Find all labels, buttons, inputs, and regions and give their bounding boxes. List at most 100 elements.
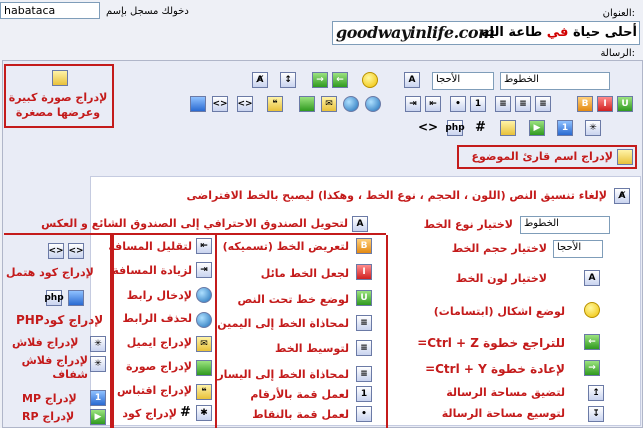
reader-name-label: لإدراج اسم قارئ الموضوع: [471, 150, 613, 163]
underline-icon[interactable]: U: [617, 96, 633, 112]
bullet-list-help-icon: •: [356, 406, 372, 422]
ordered-list-icon[interactable]: 1: [470, 96, 486, 112]
php-help-icon: php: [44, 290, 64, 306]
font-size-label: لاختيار حجم الخط: [451, 242, 547, 255]
center-label: لتوسيط الخط: [274, 342, 349, 355]
undo-help-icon: ←: [584, 334, 600, 350]
unlink-help-icon: [196, 312, 212, 328]
italic-help-icon: I: [356, 264, 372, 280]
ordered-list-help-icon: 1: [356, 386, 372, 402]
link-icon[interactable]: [365, 96, 381, 112]
username-field[interactable]: habataca: [0, 2, 100, 19]
font-color-help-icon: A: [584, 270, 600, 286]
html-icon[interactable]: [190, 96, 206, 112]
font-color-icon[interactable]: A: [404, 72, 420, 88]
left-divider: [110, 235, 114, 428]
size-select[interactable]: الأحجا: [432, 72, 494, 90]
flash-icon[interactable]: ✳: [585, 120, 601, 136]
flash-label: لإدراج فلاش: [12, 336, 79, 349]
middle-divider: [386, 235, 388, 428]
font-type-label: لاختيار نوع الخط: [423, 218, 513, 231]
redo-icon[interactable]: →: [312, 72, 328, 88]
underline-help-icon: U: [356, 290, 372, 306]
title-label: العنوان:: [602, 8, 635, 19]
reader-name-icon[interactable]: [617, 149, 633, 165]
convert-divider: [4, 233, 386, 235]
align-right-icon[interactable]: ≡: [535, 96, 551, 112]
image-icon[interactable]: [299, 96, 315, 112]
unlink-label: لحذف الرابط: [122, 312, 192, 325]
center-icon[interactable]: ≡: [515, 96, 531, 112]
shrink-help-icon: ↥: [588, 385, 604, 401]
convert-box-icon: A: [352, 216, 368, 232]
outdent-icon[interactable]: ⇤: [425, 96, 441, 112]
indent-label: لزيادة المسافة: [112, 264, 192, 277]
remove-format-label: لإلغاء تنسيق النص (اللون ، الحجم ، نوع ا…: [186, 189, 607, 202]
expand-help-icon: ↧: [588, 406, 604, 422]
mp-help-icon: 1: [90, 390, 106, 406]
rp-icon[interactable]: ▶: [529, 120, 545, 136]
source-icon[interactable]: <>: [237, 96, 253, 112]
smiley-icon[interactable]: [362, 72, 378, 88]
outdent-label: لتقليل المسافة: [108, 240, 192, 253]
image-help-icon: [196, 360, 212, 376]
size-select-help: الأحجا: [553, 240, 603, 258]
source-tag-icon[interactable]: <>: [418, 120, 438, 134]
unlink-icon[interactable]: [343, 96, 359, 112]
link-help-icon: [196, 287, 212, 303]
align-left-help-icon: ≡: [356, 366, 372, 382]
remove-format-icon[interactable]: A̸: [252, 72, 268, 88]
font-select-help: الخطوط: [520, 216, 610, 234]
hash-help-icon: #: [180, 405, 191, 420]
redo-label: لإعادة خطوة Ctrl + Y=: [425, 362, 565, 376]
convert-box-label: لتحويل الصندوق الاحترافي إلى الصندوق الش…: [41, 217, 348, 230]
html-help-icon: <>: [68, 243, 84, 259]
code-box-icon[interactable]: <>: [212, 96, 228, 112]
indent-icon[interactable]: ⇥: [405, 96, 421, 112]
bold-help-icon: B: [356, 238, 372, 254]
italic-icon[interactable]: I: [597, 96, 613, 112]
italic-label: لجعل الخط مائل: [260, 267, 349, 280]
align-right-help-icon: ≡: [356, 315, 372, 331]
email-icon[interactable]: ✉: [321, 96, 337, 112]
code-hash-icon[interactable]: #: [475, 120, 486, 135]
shrink-label: لتضيق مساحة الرسالة: [446, 386, 565, 399]
bullet-list-icon[interactable]: •: [450, 96, 466, 112]
align-left-label: لمحاذاة الخط إلى اليسار: [217, 368, 349, 381]
expand-label: لتوسيع مساحة الرسالة: [441, 407, 565, 420]
bold-icon[interactable]: B: [577, 96, 593, 112]
code-help-icon: ✱: [196, 405, 212, 421]
flash-help-icon: ✳: [90, 336, 106, 352]
smilies-help-icon: [584, 302, 600, 318]
mp-label: لإدراج MP: [22, 392, 77, 405]
subject-text: أحلى حياة في طاعة الله: [481, 25, 637, 40]
align-left-icon[interactable]: ≡: [495, 96, 511, 112]
php-icon[interactable]: php: [445, 120, 465, 136]
font-color-label: لاختيار لون الخط: [455, 272, 547, 285]
remove-format-help-icon: A̸: [614, 188, 630, 204]
big-image-icon[interactable]: [500, 120, 516, 136]
quote-icon[interactable]: ❝: [267, 96, 283, 112]
subject-logo: goodwayinlife.com: [336, 23, 495, 42]
align-right-label: لمحاذاة الخط إلى اليمين: [217, 317, 349, 330]
mid-left-divider: [215, 235, 217, 428]
flash-trans-help-icon: ✳: [90, 356, 106, 372]
redo-help-icon: →: [584, 360, 600, 376]
font-select[interactable]: الخطوط: [500, 72, 610, 90]
rp-label: لإدراج RP: [22, 410, 75, 423]
quote-help-icon: ❝: [196, 384, 212, 400]
indent-help-icon: ⇥: [196, 262, 212, 278]
resize-icon[interactable]: ↕: [280, 72, 296, 88]
code-label: لإدراج كود: [122, 407, 177, 420]
undo-icon[interactable]: ←: [332, 72, 348, 88]
bullet-list-label: لعمل قمة بالنقاط: [252, 408, 349, 421]
flash-trans-label: لإدراج فلاش شفاف: [21, 354, 88, 381]
mp-icon[interactable]: 1: [557, 120, 573, 136]
big-image-annotation-icon: [52, 70, 68, 86]
smilies-label: لوضع اشكال (ابتسامات): [433, 305, 565, 318]
rp-help-icon: ▶: [90, 409, 106, 425]
php-label: لإدراج كودPHP: [16, 313, 104, 327]
email-help-icon: ✉: [196, 336, 212, 352]
php-box-help-icon: [68, 290, 84, 306]
html-label: لإدراج كود هتمل: [6, 266, 94, 279]
